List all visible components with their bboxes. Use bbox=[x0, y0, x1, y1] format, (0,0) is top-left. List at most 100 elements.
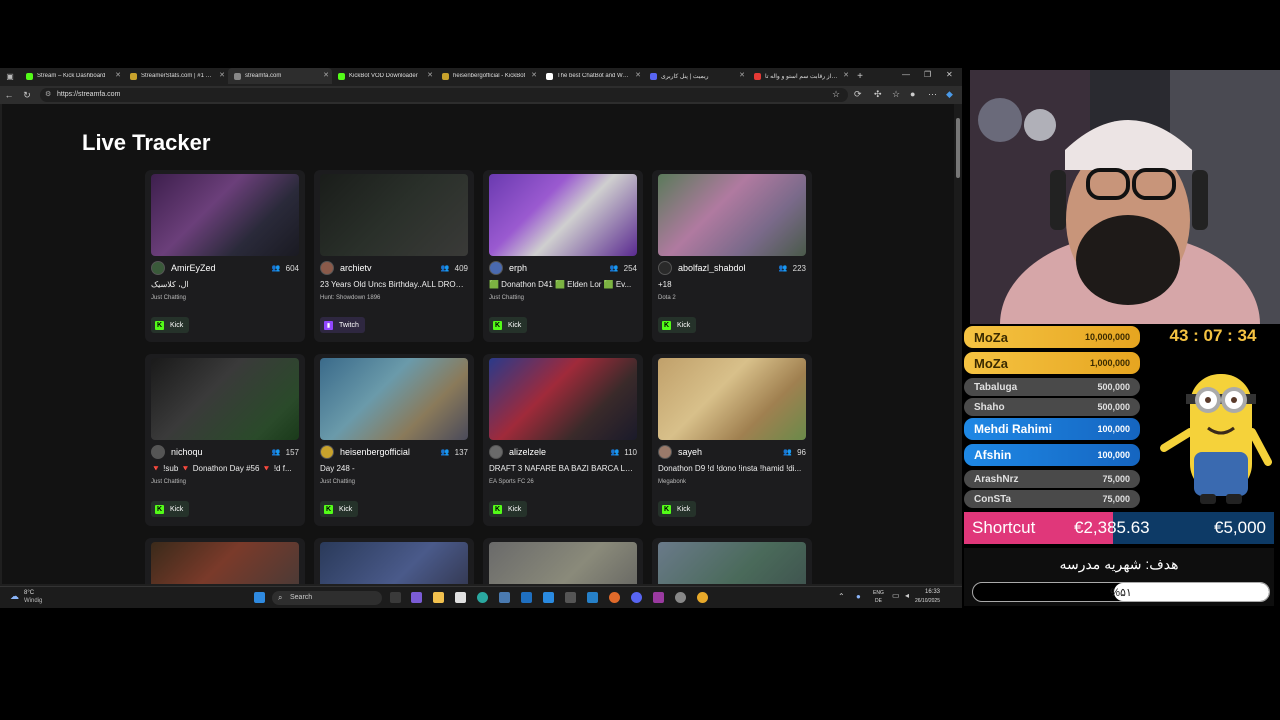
streamer-avatar[interactable] bbox=[489, 445, 503, 459]
clock-date[interactable]: 26/10/2025 bbox=[890, 598, 940, 604]
stream-thumbnail[interactable] bbox=[320, 358, 468, 440]
browser-tab[interactable]: The best ChatBot and Widg ✕ bbox=[540, 68, 644, 84]
stream-thumbnail[interactable] bbox=[151, 358, 299, 440]
minimize-icon[interactable]: — bbox=[902, 70, 910, 79]
stream-card[interactable] bbox=[483, 538, 643, 584]
platform-button[interactable]: K Kick bbox=[320, 501, 359, 517]
stream-card[interactable]: abolfazl_shabdol 👥 223 +18 Dota 2 K Kick bbox=[652, 170, 812, 342]
tab-close-icon[interactable]: ✕ bbox=[739, 71, 745, 79]
tab-close-icon[interactable]: ✕ bbox=[219, 71, 225, 79]
streamer-name[interactable]: archietv bbox=[340, 263, 441, 273]
favorite-star-icon[interactable]: ☆ bbox=[832, 89, 840, 100]
firefox-icon[interactable] bbox=[609, 592, 620, 603]
tab-close-icon[interactable]: ✕ bbox=[531, 71, 537, 79]
tab-close-icon[interactable]: ✕ bbox=[427, 71, 433, 79]
tab-close-icon[interactable]: ✕ bbox=[843, 71, 849, 79]
platform-button[interactable]: K Kick bbox=[151, 501, 190, 517]
browser-tab[interactable]: heisenbergofficial - KickBot ✕ bbox=[436, 68, 540, 84]
stream-card[interactable] bbox=[145, 538, 305, 584]
tab-close-icon[interactable]: ✕ bbox=[115, 71, 121, 79]
stream-thumbnail[interactable] bbox=[489, 174, 637, 256]
more-menu-icon[interactable]: ⋯ bbox=[928, 89, 937, 100]
scrollbar-thumb[interactable] bbox=[956, 118, 960, 178]
copilot-taskbar-icon[interactable] bbox=[411, 592, 422, 603]
streamer-name[interactable]: erph bbox=[509, 263, 610, 273]
stream-card[interactable] bbox=[652, 538, 812, 584]
new-tab-button[interactable]: + bbox=[852, 71, 868, 82]
snipping-icon[interactable] bbox=[543, 592, 554, 603]
taskbar-search[interactable]: ⌕ Search bbox=[272, 591, 382, 605]
browser-tab[interactable]: Stream – Kick Dashboard ✕ bbox=[20, 68, 124, 84]
store-icon[interactable] bbox=[455, 592, 466, 603]
stream-thumbnail[interactable] bbox=[151, 174, 299, 256]
browser-tab[interactable]: از رقابت سم استو و واله تا ... ✕ bbox=[748, 68, 852, 84]
streamer-name[interactable]: sayeh bbox=[678, 447, 783, 457]
streamer-avatar[interactable] bbox=[320, 261, 334, 275]
browser-tab[interactable]: streamfa.com ✕ bbox=[228, 68, 332, 84]
address-bar[interactable]: ⚙ https://streamfa.com bbox=[40, 88, 848, 102]
browser-tab[interactable]: ریمیت | پنل کاربری ✕ bbox=[644, 68, 748, 84]
streamer-avatar[interactable] bbox=[489, 261, 503, 275]
settings-icon[interactable] bbox=[675, 592, 686, 603]
tab-close-icon[interactable]: ✕ bbox=[323, 71, 329, 79]
platform-button[interactable]: K Kick bbox=[489, 501, 528, 517]
vscode-icon[interactable] bbox=[587, 592, 598, 603]
refresh-icon[interactable]: ↻ bbox=[18, 90, 36, 101]
stream-thumbnail[interactable] bbox=[489, 542, 637, 584]
stream-card[interactable]: sayeh 👥 96 Donathon D9 !d !dono !insta !ham… bbox=[652, 354, 812, 526]
stream-card[interactable] bbox=[314, 538, 474, 584]
streamer-avatar[interactable] bbox=[320, 445, 334, 459]
file-explorer-icon[interactable] bbox=[433, 592, 444, 603]
app-icon[interactable] bbox=[499, 592, 510, 603]
extension-icon[interactable]: ⟳ bbox=[854, 89, 862, 100]
streamer-avatar[interactable] bbox=[151, 445, 165, 459]
stream-thumbnail[interactable] bbox=[658, 542, 806, 584]
platform-button[interactable]: K Kick bbox=[489, 317, 528, 333]
close-window-icon[interactable]: ✕ bbox=[946, 70, 953, 79]
stream-thumbnail[interactable] bbox=[151, 542, 299, 584]
profile-avatar-icon[interactable]: ● bbox=[910, 89, 915, 99]
tab-close-icon[interactable]: ✕ bbox=[635, 71, 641, 79]
start-icon[interactable] bbox=[254, 592, 265, 603]
tray-chevron-icon[interactable]: ⌃ bbox=[838, 592, 845, 601]
copilot-icon[interactable]: ◆ bbox=[946, 89, 953, 100]
restore-icon[interactable]: ❐ bbox=[924, 70, 931, 79]
streamer-avatar[interactable] bbox=[151, 261, 165, 275]
stream-card[interactable]: archietv 👥 409 23 Years Old Uncs Birthday..… bbox=[314, 170, 474, 342]
discord-icon[interactable] bbox=[631, 592, 642, 603]
streamer-avatar[interactable] bbox=[658, 445, 672, 459]
back-icon[interactable]: ← bbox=[0, 90, 18, 100]
streamer-name[interactable]: nichoqu bbox=[171, 447, 272, 457]
platform-button[interactable]: K Kick bbox=[658, 317, 697, 333]
streamer-name[interactable]: AmirEyZed bbox=[171, 263, 272, 273]
terminal-icon[interactable] bbox=[565, 592, 576, 603]
extensions-puzzle-icon[interactable]: ✣ bbox=[874, 89, 882, 100]
outlook-icon[interactable] bbox=[521, 592, 532, 603]
streamer-name[interactable]: alizelzele bbox=[509, 447, 611, 457]
stream-thumbnail[interactable] bbox=[489, 358, 637, 440]
platform-button[interactable]: ▮ Twitch bbox=[320, 317, 365, 333]
streamer-avatar[interactable] bbox=[658, 261, 672, 275]
mic-icon[interactable]: ● bbox=[856, 592, 861, 601]
browser-tab[interactable]: KickBot VOD Downloader ✕ bbox=[332, 68, 436, 84]
platform-button[interactable]: K Kick bbox=[151, 317, 190, 333]
stream-card[interactable]: AmirEyZed 👥 604 ال، کلاسیک Just Chatting K Kic… bbox=[145, 170, 305, 342]
platform-button[interactable]: K Kick bbox=[658, 501, 697, 517]
stream-card[interactable]: alizelzele 👥 110 DRAFT 3 NAFARE BA BAZI BAR… bbox=[483, 354, 643, 526]
streamer-name[interactable]: heisenbergofficial bbox=[340, 447, 441, 457]
lang-bottom[interactable]: DE bbox=[875, 598, 882, 604]
chrome-icon[interactable] bbox=[697, 592, 708, 603]
favorites-icon[interactable]: ☆ bbox=[892, 89, 900, 100]
stream-thumbnail[interactable] bbox=[658, 358, 806, 440]
tab-actions-icon[interactable]: ▣ bbox=[0, 68, 20, 84]
page-scrollbar[interactable] bbox=[954, 104, 962, 584]
browser-tab[interactable]: StreamerStats.com | #1 Kick ✕ bbox=[124, 68, 228, 84]
stream-thumbnail[interactable] bbox=[320, 542, 468, 584]
stream-thumbnail[interactable] bbox=[320, 174, 468, 256]
stream-card[interactable]: erph 👥 254 🟩 Donathon D41 🟩 Elden Lor 🟩 Ev.… bbox=[483, 170, 643, 342]
lang-top[interactable]: ENG bbox=[873, 590, 884, 596]
stream-card[interactable]: nichoqu 👥 157 🔻 !sub 🔻 Donathon Day #56 🔻 !… bbox=[145, 354, 305, 526]
r-app-icon[interactable] bbox=[653, 592, 664, 603]
streamer-name[interactable]: abolfazl_shabdol bbox=[678, 263, 779, 273]
edge-icon[interactable] bbox=[477, 592, 488, 603]
